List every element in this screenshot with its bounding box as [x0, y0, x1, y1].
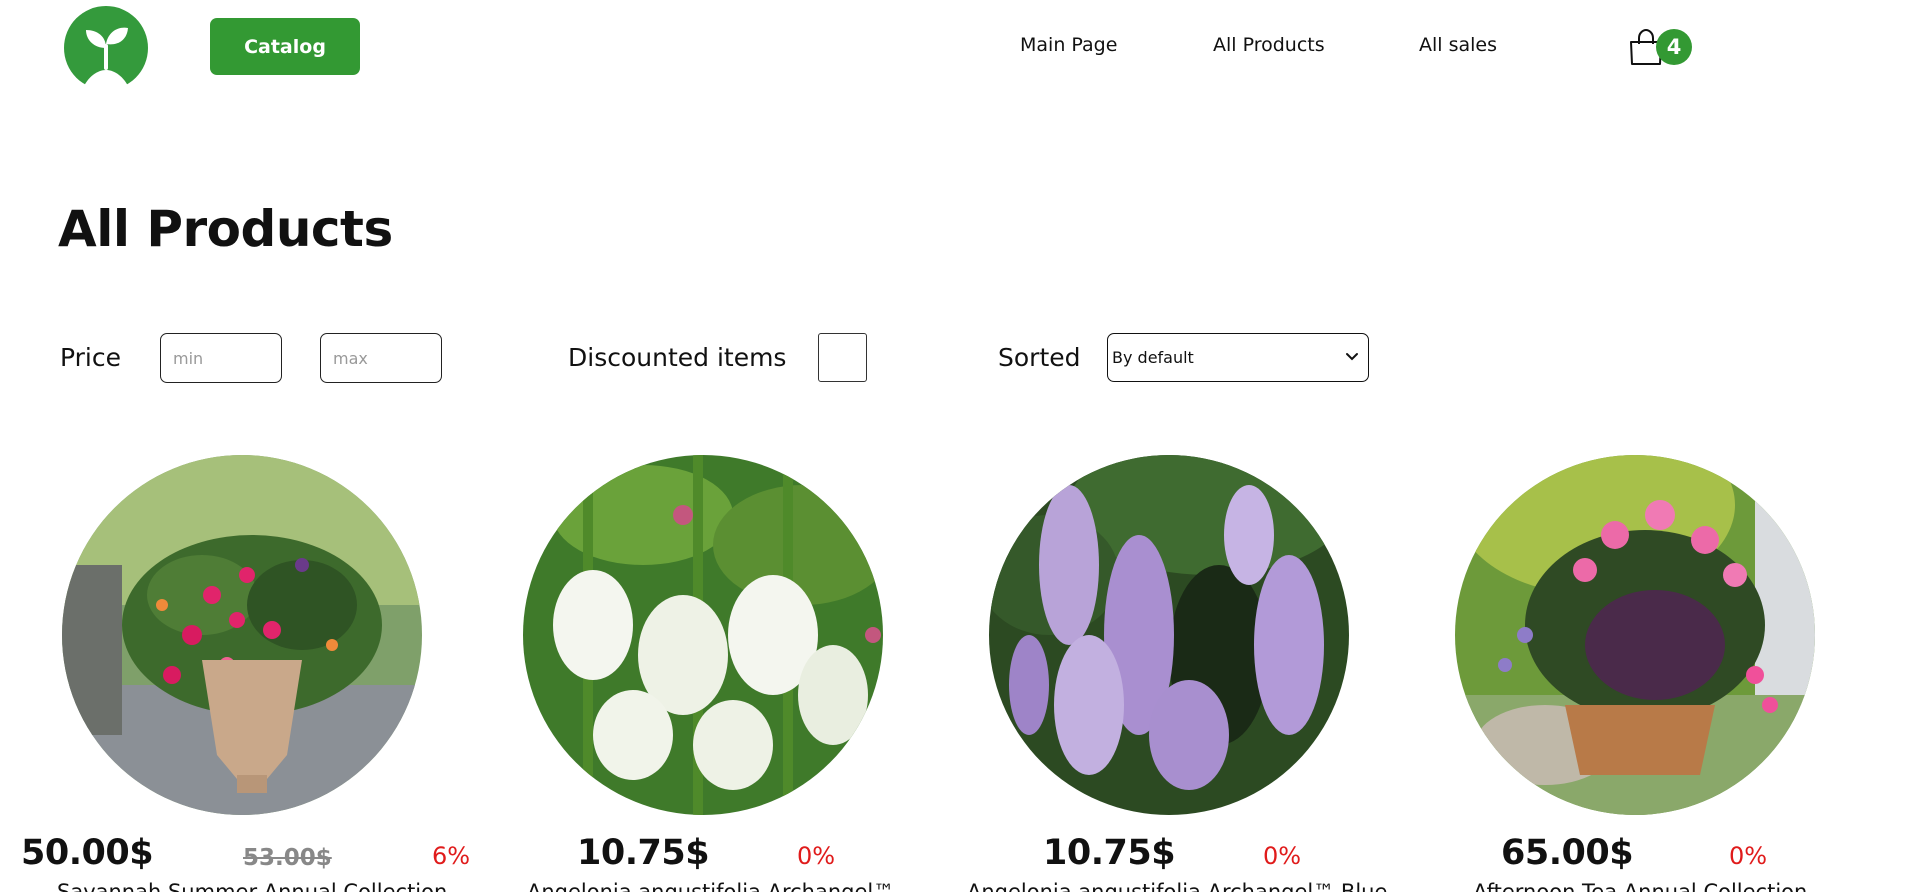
sprout-logo-icon[interactable]	[64, 6, 148, 90]
product-price: 10.75$	[1043, 833, 1176, 873]
sort-select[interactable]: By default	[1107, 333, 1369, 382]
price-max-input[interactable]	[320, 333, 442, 383]
product-name[interactable]: Savannah Summer Annual Collection	[57, 880, 447, 892]
product-old-price: 53.00$	[243, 845, 332, 871]
product-image[interactable]	[62, 455, 422, 815]
product-name[interactable]: Angelonia angustifolia Archangel™ Blue	[967, 880, 1387, 892]
cart-count-badge: 4	[1656, 29, 1692, 65]
page: Catalog Main Page All Products All sales…	[0, 0, 1923, 892]
price-min-input[interactable]	[160, 333, 282, 383]
product-discount: 0%	[1263, 842, 1302, 870]
catalog-button[interactable]: Catalog	[210, 18, 360, 75]
price-filter-label: Price	[60, 343, 121, 372]
product-image[interactable]	[1455, 455, 1815, 815]
product-price: 50.00$	[21, 833, 154, 873]
discounted-items-checkbox[interactable]	[818, 333, 867, 382]
nav-all-products[interactable]: All Products	[1213, 34, 1325, 56]
product-image[interactable]	[523, 455, 883, 815]
product-image[interactable]	[989, 455, 1349, 815]
product-discount: 6%	[432, 842, 471, 870]
page-title: All Products	[58, 200, 393, 258]
nav-main-page[interactable]: Main Page	[1020, 34, 1117, 56]
sort-label: Sorted	[998, 343, 1081, 372]
discounted-items-label: Discounted items	[568, 343, 787, 372]
product-price: 65.00$	[1501, 833, 1634, 873]
sort-selected-value: By default	[1112, 348, 1194, 367]
product-price: 10.75$	[577, 833, 710, 873]
product-discount: 0%	[1729, 842, 1768, 870]
product-discount: 0%	[797, 842, 836, 870]
chevron-down-icon	[1346, 353, 1358, 361]
nav-all-sales[interactable]: All sales	[1419, 34, 1497, 56]
cart-button[interactable]: 4	[1626, 28, 1696, 68]
product-name[interactable]: Angelonia angustifolia Archangel™	[527, 880, 894, 892]
product-name[interactable]: Afternoon Tea Annual Collection	[1473, 880, 1807, 892]
